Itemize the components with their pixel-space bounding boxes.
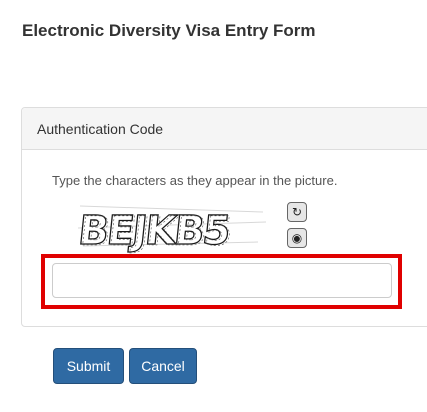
captcha-image: BEJKB5 BEJKB5: [78, 205, 267, 254]
captcha-noise: BEJKB5: [78, 209, 233, 254]
audio-icon[interactable]: ◉: [287, 228, 307, 248]
cancel-button[interactable]: Cancel: [129, 348, 197, 384]
submit-button[interactable]: Submit: [53, 348, 124, 384]
captcha-instruction: Type the characters as they appear in th…: [52, 173, 338, 188]
refresh-icon[interactable]: ↻: [287, 202, 307, 222]
panel-heading: Authentication Code: [22, 108, 427, 150]
page-title: Electronic Diversity Visa Entry Form: [22, 21, 316, 40]
authentication-code-input[interactable]: [52, 263, 392, 298]
authentication-panel: Authentication Code Type the characters …: [21, 107, 427, 327]
